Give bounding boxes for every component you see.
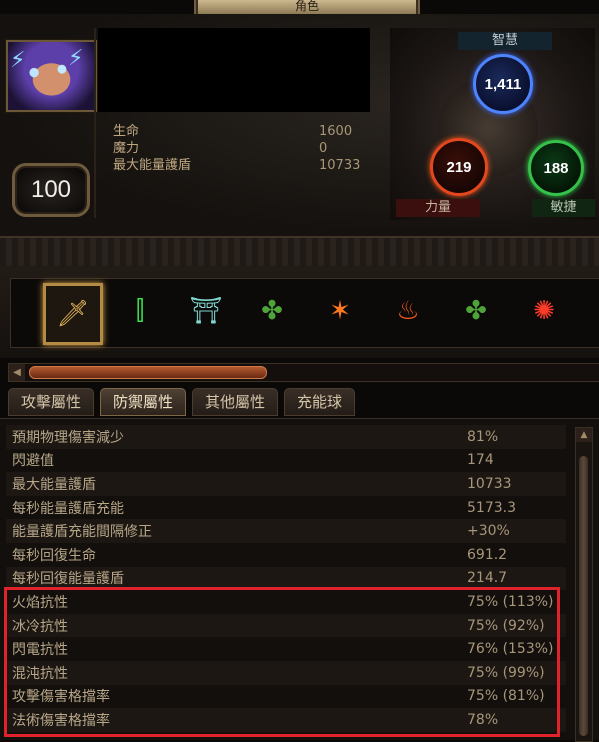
stat-row: 每秒回復生命 691.2 (6, 543, 566, 567)
intelligence-value: 1,411 (484, 75, 522, 93)
scroll-thumb[interactable] (29, 366, 267, 379)
strength-orb[interactable]: 219 (430, 138, 488, 196)
intelligence-label: 智慧 (458, 32, 552, 50)
scroll-thumb[interactable] (579, 456, 588, 736)
lightning-icon: ⚡ (10, 48, 26, 73)
stat-value: 1600 (319, 124, 353, 139)
tab-misc[interactable]: 其他屬性 (192, 388, 279, 416)
skill-slot-6[interactable]: ♨ (381, 283, 435, 339)
attributes-panel: 智慧 1,411 219 188 力量 敏捷 (390, 28, 595, 220)
stat-value: 10733 (319, 158, 361, 173)
stat-mana: 魔力 0 (113, 140, 373, 157)
stat-name: 閃電抗性 (12, 642, 68, 659)
window-title: 角色 (294, 0, 319, 13)
stat-name: 每秒能量護盾充能 (12, 500, 124, 517)
stat-row: 攻擊傷害格擋率 75% (81%) (6, 685, 566, 709)
scroll-up-icon[interactable]: ▲ (576, 428, 592, 442)
stat-value: 75% (113%) (467, 593, 554, 610)
skill-slots: 🗡 ⫿ ⛩ ✤ ✶ ♨ ✤ ✺ (10, 278, 599, 348)
stat-row: 混沌抗性 75% (99%) (6, 660, 566, 685)
tab-charges[interactable]: 充能球 (284, 388, 356, 416)
tab-defence[interactable]: 防禦屬性 (100, 388, 187, 416)
scroll-left-icon[interactable]: ◀ (9, 364, 25, 381)
strength-value: 219 (446, 158, 472, 176)
stat-value: 75% (81%) (467, 688, 545, 705)
stat-row: 閃避值 174 (6, 449, 566, 473)
stat-value: +30% (467, 523, 510, 540)
stat-value: 691.2 (467, 546, 508, 563)
stat-name: 攻擊傷害格擋率 (12, 689, 110, 706)
divider (94, 28, 96, 218)
stat-label: 最大能量護盾 (113, 158, 192, 173)
stat-name: 能量護盾充能間隔修正 (12, 524, 152, 541)
dexterity-orb[interactable]: 188 (528, 140, 584, 196)
lightning-icon: ⚡ (68, 46, 84, 71)
intelligence-orb[interactable]: 1,411 (473, 54, 533, 114)
skill-slot-8[interactable]: ✺ (517, 283, 571, 339)
stat-name: 混沌抗性 (12, 665, 68, 682)
fire-rune-icon: ✺ (533, 296, 555, 326)
dexterity-label: 敏捷 (532, 199, 595, 217)
stat-value: 10733 (467, 475, 512, 492)
stat-name: 最大能量護盾 (12, 476, 96, 493)
character-stats: 生命 1600 魔力 0 最大能量護盾 10733 (113, 123, 373, 174)
stat-life: 生命 1600 (113, 123, 373, 140)
stat-row: 每秒能量護盾充能 5173.3 (6, 496, 566, 520)
stat-name: 法術傷害格擋率 (12, 712, 110, 729)
green-spikes-icon: ⫿ (135, 295, 145, 326)
skill-slot-sword[interactable]: 🗡 (43, 283, 103, 345)
stat-row: 閃電抗性 76% (153%) (6, 637, 566, 661)
level-badge: 100 (12, 163, 90, 217)
stat-row: 每秒回復能量護盾 214.7 (6, 566, 566, 591)
stat-value: 214.7 (467, 570, 508, 587)
stat-row: 能量護盾充能間隔修正 +30% (6, 519, 566, 543)
green-armour-icon: ✤ (465, 296, 487, 326)
stat-value: 78% (467, 711, 499, 728)
character-name-redacted (98, 28, 370, 112)
stat-row: 法術傷害格擋率 78% (6, 708, 566, 732)
stat-row: 火焰抗性 75% (113%) (6, 590, 566, 614)
stat-value: 0 (319, 141, 328, 156)
stat-label: 魔力 (113, 141, 140, 156)
stats-scrollbar[interactable]: ▲ (575, 427, 593, 742)
stat-name: 每秒回復能量護盾 (12, 571, 124, 588)
stat-name: 預期物理傷害減少 (12, 429, 124, 446)
stat-value: 5173.3 (467, 499, 516, 516)
stat-tabs: 攻擊屬性 防禦屬性 其他屬性 充能球 (8, 388, 356, 416)
character-portrait: ⚡ ⚡ (6, 40, 97, 112)
stat-value: 81% (467, 428, 499, 445)
stat-value: 75% (99%) (467, 664, 545, 681)
strength-label: 力量 (396, 199, 480, 217)
tab-offence[interactable]: 攻擊屬性 (8, 388, 95, 416)
stat-row: 冰冷抗性 75% (92%) (6, 613, 566, 638)
skill-slot-3[interactable]: ⛩ (179, 283, 233, 339)
defence-stats-panel: 預期物理傷害減少 81% 閃避值 174 最大能量護盾 10733 每秒能量護盾… (0, 418, 599, 742)
sword-icon: 🗡 (56, 299, 90, 329)
defence-stats-list: 預期物理傷害減少 81% 閃避值 174 最大能量護盾 10733 每秒能量護盾… (6, 425, 566, 732)
skill-slot-5[interactable]: ✶ (313, 283, 367, 339)
stat-name: 每秒回復生命 (12, 547, 96, 564)
level-value: 100 (30, 176, 72, 203)
skill-scrollbar[interactable]: ◀ (8, 363, 599, 382)
fire-slash-icon: ✶ (329, 296, 351, 326)
stat-name: 冰冷抗性 (12, 618, 68, 635)
skill-bar: 🗡 ⫿ ⛩ ✤ ✶ ♨ ✤ ✺ (0, 266, 599, 358)
dexterity-value: 188 (543, 159, 569, 177)
stat-value: 75% (92%) (467, 617, 545, 634)
stat-name: 火焰抗性 (12, 594, 68, 611)
ornamental-divider (0, 236, 599, 268)
skill-slot-4[interactable]: ✤ (245, 283, 299, 339)
stat-name: 閃避值 (12, 453, 54, 470)
skill-slot-2[interactable]: ⫿ (113, 283, 167, 339)
stat-value: 76% (153%) (467, 641, 554, 658)
stat-row: 預期物理傷害減少 81% (6, 425, 566, 449)
stat-energy-shield: 最大能量護盾 10733 (113, 157, 373, 174)
stat-value: 174 (467, 452, 494, 469)
stat-row: 最大能量護盾 10733 (6, 472, 566, 496)
totem-icon: ⛩ (189, 296, 223, 326)
burning-figure-icon: ♨ (396, 296, 420, 326)
skill-slot-7[interactable]: ✤ (449, 283, 503, 339)
stat-label: 生命 (113, 124, 140, 139)
green-armour-icon: ✤ (261, 296, 283, 326)
